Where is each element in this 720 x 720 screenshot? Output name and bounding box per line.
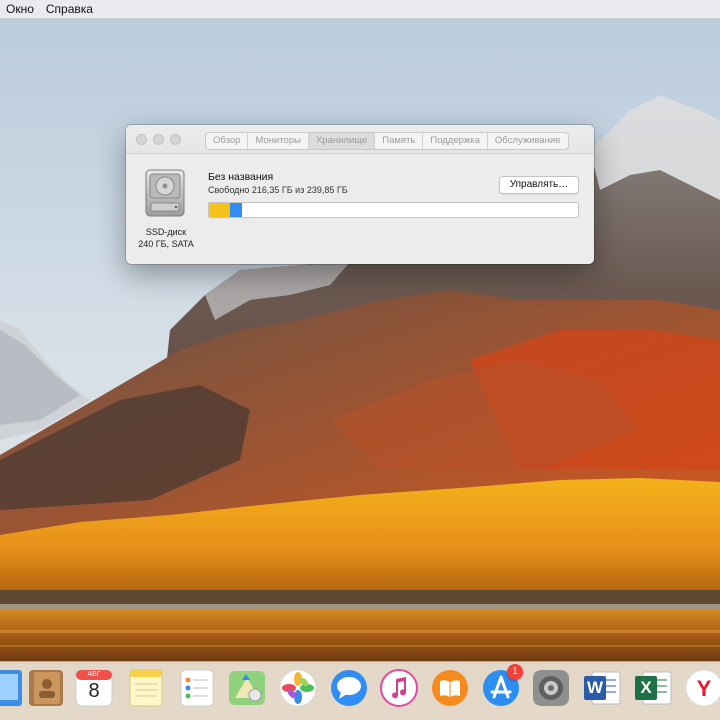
disk-type-label: SSD-диск [145,227,187,237]
tab-support[interactable]: Поддержка [423,133,488,149]
menu-window[interactable]: Окно [0,0,40,18]
tab-displays[interactable]: Мониторы [248,133,309,149]
disk-spec-label: 240 ГБ, SATA [138,239,194,249]
itunes-icon[interactable] [379,668,419,708]
yandex-browser-letter: Y [696,676,712,701]
window-titlebar[interactable]: Обзор Мониторы Хранилище Память Поддержк… [126,125,594,154]
notes-icon[interactable] [126,668,166,708]
calendar-icon[interactable]: АВГ 8 [74,668,114,708]
calendar-month-label: АВГ [87,671,101,678]
disk-caption: SSD-диск 240 ГБ, SATA [130,226,202,250]
close-window-button[interactable] [136,134,147,145]
tab-storage[interactable]: Хранилище [308,133,376,149]
calendar-day-label: 8 [88,680,100,702]
system-preferences-icon[interactable] [531,668,571,708]
storage-segment-1 [230,203,242,217]
zoom-window-button[interactable] [170,134,181,145]
desktop-wallpaper [0,0,720,720]
excel-letter: X [640,678,652,697]
tab-memory[interactable]: Память [375,133,424,149]
tab-service[interactable]: Обслуживание [488,133,568,149]
app-store-badge: 1 [507,664,523,680]
disk-free-space: Свободно 216,35 ГБ из 239,85 ГБ [208,185,348,195]
tab-overview[interactable]: Обзор [206,133,249,149]
about-this-mac-window: Обзор Мониторы Хранилище Память Поддержк… [126,125,594,264]
contacts-icon[interactable] [26,668,66,708]
maps-icon[interactable] [227,668,267,708]
word-icon[interactable]: W [582,668,622,708]
menu-help[interactable]: Справка [40,0,99,18]
manage-button[interactable]: Управлять… [499,176,579,194]
minimize-window-button[interactable] [153,134,164,145]
messages-icon[interactable] [329,668,369,708]
yandex-browser-icon[interactable]: Y [684,668,720,708]
storage-segment-0 [209,203,230,217]
menu-bar: Окно Справка [0,0,720,19]
storage-usage-bar [208,202,579,218]
disk-name: Без названия [208,171,274,183]
reminders-icon[interactable] [177,668,217,708]
word-letter: W [586,678,604,697]
hard-drive-icon [143,169,187,217]
preview-icon[interactable] [0,668,26,708]
excel-icon[interactable]: X [633,668,673,708]
photos-icon[interactable] [278,668,318,708]
tab-bar: Обзор Мониторы Хранилище Память Поддержк… [205,132,569,150]
ibooks-icon[interactable] [430,668,470,708]
